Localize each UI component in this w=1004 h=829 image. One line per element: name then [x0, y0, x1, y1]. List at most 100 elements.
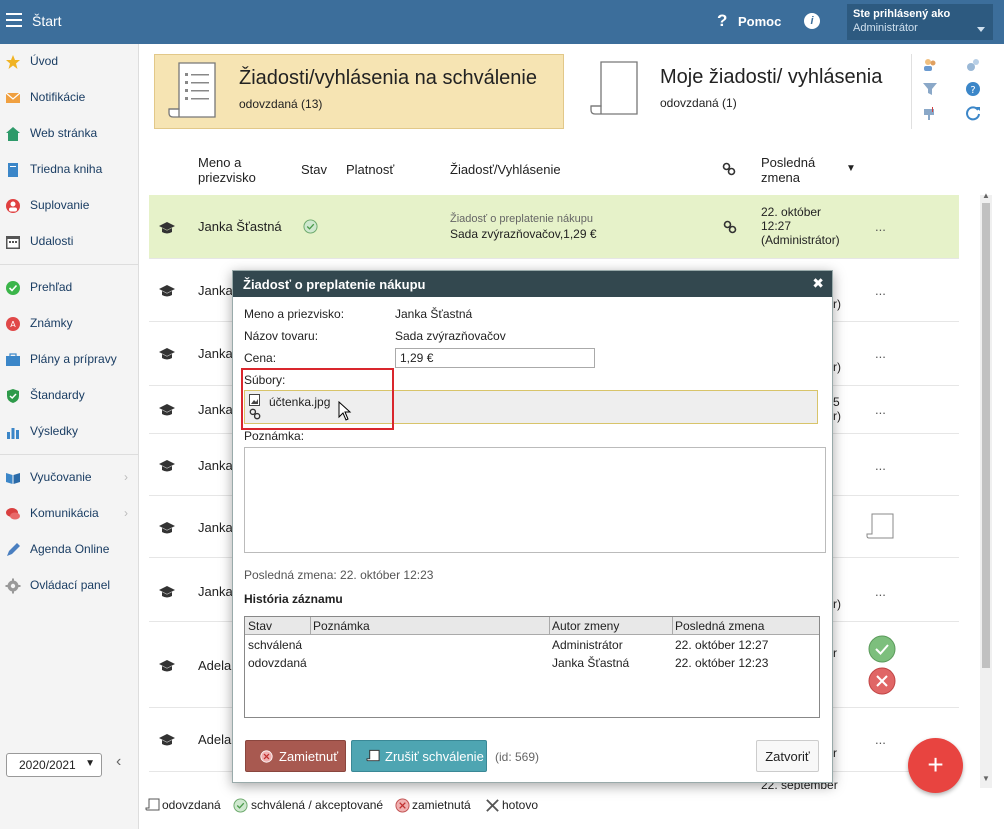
user-menu[interactable]: Ste prihlásený ako Administrátor: [847, 4, 993, 40]
row-name: Janka: [198, 584, 233, 599]
history-title: História záznamu: [244, 592, 343, 606]
row-more-button[interactable]: ...: [875, 732, 886, 747]
app-title[interactable]: Štart: [32, 13, 62, 29]
scroll-up-icon[interactable]: ▲: [982, 191, 990, 200]
sidebar-item-vyucovanie[interactable]: Vyučovanie ›: [0, 464, 139, 492]
history-cell: odovzdaná: [248, 656, 307, 670]
attachment-link-icon: [722, 162, 736, 176]
row-more-button[interactable]: ...: [875, 458, 886, 473]
users-icon[interactable]: [922, 57, 938, 73]
approve-button[interactable]: [867, 634, 897, 664]
graduation-cap-icon: [159, 222, 175, 234]
name-label: Meno a priezvisko:: [244, 307, 345, 321]
open-book-icon: [6, 473, 20, 484]
sidebar-item-agenda[interactable]: Agenda Online: [0, 536, 139, 564]
card-subtitle: odovzdaná (13): [239, 97, 323, 111]
row-name: Janka: [198, 283, 233, 298]
add-button[interactable]: +: [908, 738, 963, 793]
column-header-name[interactable]: Meno a priezvisko: [198, 155, 278, 185]
top-bar: Štart ? Pomoc i Ste prihlásený ako Admin…: [0, 0, 1004, 44]
collapse-sidebar-icon[interactable]: ‹: [116, 753, 121, 771]
sort-desc-icon[interactable]: ▼: [846, 163, 856, 174]
row-more-button[interactable]: ...: [875, 346, 886, 361]
house-icon: [6, 127, 20, 141]
reject-button[interactable]: Zamietnuť: [245, 740, 346, 772]
sidebar-item-label: Udalosti: [30, 234, 74, 248]
row-name: Janka Šťastná: [198, 219, 282, 234]
user-label: Ste prihlásený ako: [853, 8, 951, 20]
school-year-select[interactable]: 2020/2021 ▼: [6, 753, 102, 777]
sidebar-item-udalosti[interactable]: Udalosti: [0, 228, 139, 256]
name-value: Janka Šťastná: [395, 307, 473, 321]
row-more-button[interactable]: ...: [875, 584, 886, 599]
column-header-status[interactable]: Stav: [301, 162, 327, 177]
sidebar-item-ovladaci-panel[interactable]: Ovládací panel: [0, 572, 139, 600]
scroll-document-icon: [866, 513, 894, 539]
svg-text:A: A: [10, 320, 16, 329]
sidebar-item-label: Plány a prípravy: [30, 352, 117, 366]
pen-icon: [7, 543, 20, 556]
sidebar-item-uvod[interactable]: Úvod: [0, 48, 139, 76]
column-header-last-change[interactable]: Posledná zmena: [761, 155, 831, 185]
last-change-text: Posledná zmena: 22. október 12:23: [244, 568, 434, 582]
cancel-approval-button[interactable]: Zrušiť schválenie: [351, 740, 487, 772]
filter-icon[interactable]: [922, 81, 938, 97]
sidebar-item-label: Agenda Online: [30, 542, 110, 556]
close-icon[interactable]: ✖: [812, 275, 824, 292]
price-label: Cena:: [244, 351, 277, 365]
sidebar-item-label: Triedna kniha: [30, 162, 103, 176]
sidebar-item-notifikacie[interactable]: Notifikácie: [0, 84, 139, 112]
request-type: Žiadosť o preplatenie nákupu: [450, 213, 593, 225]
chevron-right-icon: ›: [124, 470, 128, 484]
table-row[interactable]: Janka Šťastná Žiadosť o preplatenie náku…: [149, 195, 959, 259]
price-field[interactable]: 1,29 €: [395, 348, 595, 368]
person-icon: [6, 199, 20, 213]
product-value: Sada zvýrazňovačov: [395, 329, 506, 343]
sidebar-item-vysledky[interactable]: Výsledky: [0, 418, 139, 446]
row-change-fragment: r): [833, 297, 841, 311]
school-year-value: 2020/2021: [19, 758, 76, 772]
x-circle-icon: [260, 750, 273, 763]
history-col-date: Posledná zmena: [675, 619, 765, 633]
mailbox-icon[interactable]: [922, 105, 938, 121]
row-more-button[interactable]: ...: [875, 283, 886, 298]
sidebar: Úvod Notifikácie Web stránka Triedna kni…: [0, 44, 139, 829]
chevron-down-icon: ▼: [85, 758, 95, 769]
card-pending-approval[interactable]: Žiadosti/vyhlásenia na schválenie odovzd…: [154, 54, 564, 129]
note-textarea[interactable]: [244, 447, 826, 553]
row-more-button[interactable]: ...: [875, 219, 886, 234]
info-icon[interactable]: i: [804, 13, 820, 29]
column-header-request[interactable]: Žiadosť/Vyhlásenie: [450, 162, 561, 177]
scroll-down-icon[interactable]: ▼: [982, 774, 990, 783]
help-circle-icon[interactable]: ?: [965, 81, 981, 97]
scrollbar-thumb[interactable]: [982, 203, 990, 668]
graduation-cap-icon: [159, 404, 175, 416]
sidebar-item-triedna-kniha[interactable]: Triedna kniha: [0, 156, 139, 184]
sidebar-item-suplovanie[interactable]: Suplovanie: [0, 192, 139, 220]
sidebar-item-plany[interactable]: Plány a prípravy: [0, 346, 139, 374]
reject-button[interactable]: [867, 666, 897, 696]
sidebar-item-web[interactable]: Web stránka: [0, 120, 139, 148]
refresh-icon[interactable]: [965, 105, 981, 121]
graduation-cap-icon: [159, 522, 175, 534]
hamburger-menu-icon[interactable]: [6, 13, 22, 27]
card-my-requests[interactable]: Moje žiadosti/ vyhlásenia odovzdaná (1): [571, 54, 911, 129]
check-circle-icon: [233, 798, 248, 813]
product-label: Názov tovaru:: [244, 329, 319, 343]
help-icon[interactable]: ?: [717, 11, 727, 31]
document-icon: [366, 749, 380, 762]
sidebar-item-prehlad[interactable]: Prehľad: [0, 274, 139, 302]
column-header-validity[interactable]: Platnosť: [346, 162, 394, 177]
attachment-link-icon[interactable]: [723, 220, 737, 234]
sidebar-item-standardy[interactable]: Štandardy: [0, 382, 139, 410]
history-cell: schválená: [248, 638, 303, 652]
help-link[interactable]: Pomoc: [738, 14, 781, 29]
row-more-button[interactable]: ...: [875, 402, 886, 417]
approved-status-icon: [303, 219, 318, 234]
close-button[interactable]: Zatvoriť: [756, 740, 819, 772]
table-scrollbar[interactable]: ▲ ▼: [980, 191, 992, 788]
sidebar-item-komunikacia[interactable]: Komunikácia ›: [0, 500, 139, 528]
graduation-cap-icon: [159, 734, 175, 746]
sidebar-item-znamky[interactable]: A Známky: [0, 310, 139, 338]
settings-icon[interactable]: [965, 57, 981, 73]
